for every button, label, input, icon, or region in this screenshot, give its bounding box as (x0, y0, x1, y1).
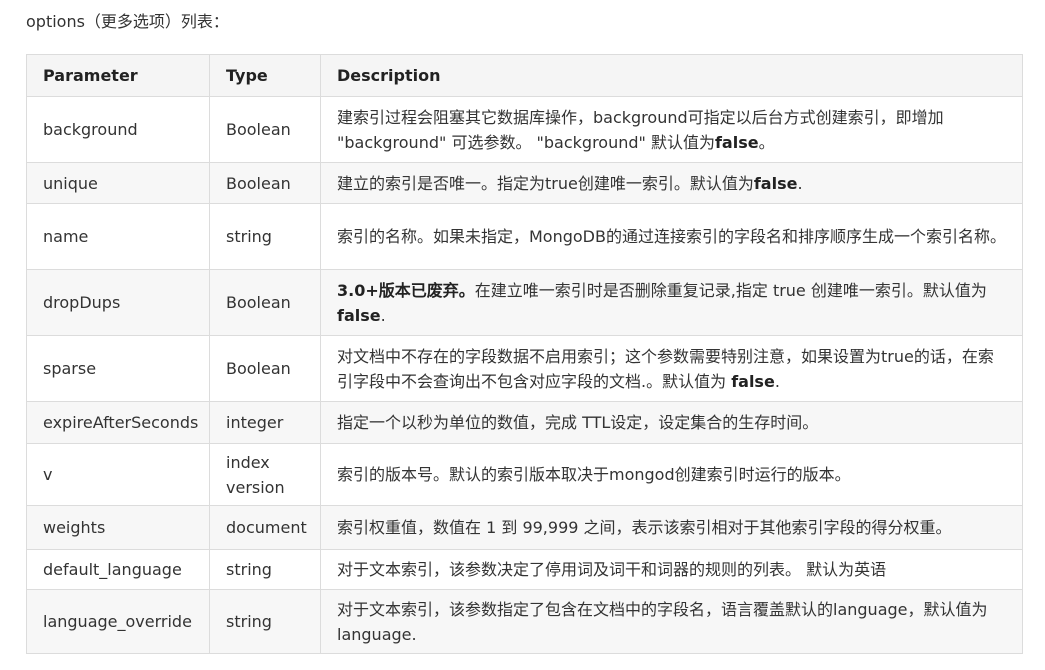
type-cell: string (209, 589, 321, 654)
param-cell: dropDups (26, 269, 210, 336)
description-text: 建索引过程会阻塞其它数据库操作，background可指定以后台方式创建索引，即… (337, 107, 944, 152)
default-value: false (731, 371, 775, 391)
type-cell: Boolean (209, 335, 321, 402)
description-text: 对于文本索引，该参数决定了停用词及词干和词器的规则的列表。 默认为英语 (337, 560, 887, 579)
description-text: 索引的名称。如果未指定，MongoDB的通过连接索引的字段名和排序顺序生成一个索… (337, 227, 1006, 246)
param-cell: background (26, 96, 210, 163)
header-row: Parameter Type Description (26, 54, 1023, 97)
description-cell: 建立的索引是否唯一。指定为true创建唯一索引。默认值为false. (320, 162, 1023, 204)
type-cell: Boolean (209, 162, 321, 204)
table-row: sparse Boolean 对文档中不存在的字段数据不启用索引；这个参数需要特… (26, 335, 1023, 402)
description-suffix: 。 (758, 132, 775, 152)
table-row: expireAfterSeconds integer 指定一个以秒为单位的数值，… (26, 401, 1023, 444)
type-cell: string (209, 549, 321, 590)
description-suffix: . (774, 371, 780, 391)
intro-text: options（更多选项）列表： (26, 12, 229, 31)
default-value: false (753, 173, 798, 193)
type-cell: string (209, 203, 321, 270)
description-cell: 建索引过程会阻塞其它数据库操作，background可指定以后台方式创建索引，即… (320, 96, 1023, 163)
table-row: unique Boolean 建立的索引是否唯一。指定为true创建唯一索引。默… (26, 162, 1023, 204)
header-description: Description (320, 54, 1023, 97)
description-cell: 索引的版本号。默认的索引版本取决于mongod创建索引时运行的版本。 (320, 443, 1023, 506)
table-row: v index version 索引的版本号。默认的索引版本取决于mongod创… (26, 443, 1023, 506)
type-cell: integer (209, 401, 321, 444)
options-table: Parameter Type Description background Bo… (26, 54, 1023, 654)
param-cell: name (26, 203, 210, 270)
type-cell: Boolean (209, 96, 321, 163)
param-cell: language_override (26, 589, 210, 654)
table-row: weights document 索引权重值，数值在 1 到 99,999 之间… (26, 505, 1023, 550)
description-suffix: . (797, 173, 803, 193)
table-row: language_override string 对于文本索引，该参数指定了包含… (26, 589, 1023, 654)
table-row: default_language string 对于文本索引，该参数决定了停用词… (26, 549, 1023, 590)
description-cell: 对于文本索引，该参数指定了包含在文档中的字段名，语言覆盖默认的language，… (320, 589, 1023, 654)
type-cell: document (209, 505, 321, 550)
param-cell: expireAfterSeconds (26, 401, 210, 444)
default-value: false (337, 305, 381, 325)
param-cell: weights (26, 505, 210, 550)
description-text: 对于文本索引，该参数指定了包含在文档中的字段名，语言覆盖默认的language，… (337, 599, 988, 644)
description-cell: 索引的名称。如果未指定，MongoDB的通过连接索引的字段名和排序顺序生成一个索… (320, 203, 1023, 270)
description-suffix: . (380, 305, 386, 325)
description-text: 指定一个以秒为单位的数值，完成 TTL设定，设定集合的生存时间。 (337, 413, 819, 432)
description-text: 对文档中不存在的字段数据不启用索引；这个参数需要特别注意，如果设置为true的话… (337, 346, 994, 391)
type-cell: Boolean (209, 269, 321, 336)
description-cell: 索引权重值，数值在 1 到 99,999 之间，表示该索引相对于其他索引字段的得… (320, 505, 1023, 550)
param-cell: v (26, 443, 210, 506)
param-cell: default_language (26, 549, 210, 590)
description-text: 建立的索引是否唯一。指定为true创建唯一索引。默认值为 (337, 173, 754, 193)
description-cell: 3.0+版本已废弃。在建立唯一索引时是否删除重复记录,指定 true 创建唯一索… (320, 269, 1023, 336)
header-parameter: Parameter (26, 54, 210, 97)
param-cell: unique (26, 162, 210, 204)
default-value: false (714, 132, 759, 152)
description-cell: 指定一个以秒为单位的数值，完成 TTL设定，设定集合的生存时间。 (320, 401, 1023, 444)
deprecation-note: 3.0+版本已废弃。 (337, 280, 475, 300)
type-cell: index version (209, 443, 321, 506)
description-text: 索引的版本号。默认的索引版本取决于mongod创建索引时运行的版本。 (337, 465, 851, 484)
description-text: 在建立唯一索引时是否删除重复记录,指定 true 创建唯一索引。默认值为 (474, 280, 987, 300)
table-row: name string 索引的名称。如果未指定，MongoDB的通过连接索引的字… (26, 203, 1023, 270)
description-cell: 对于文本索引，该参数决定了停用词及词干和词器的规则的列表。 默认为英语 (320, 549, 1023, 590)
table-row: background Boolean 建索引过程会阻塞其它数据库操作，backg… (26, 96, 1023, 163)
description-text: 索引权重值，数值在 1 到 99,999 之间，表示该索引相对于其他索引字段的得… (337, 518, 952, 537)
param-cell: sparse (26, 335, 210, 402)
description-cell: 对文档中不存在的字段数据不启用索引；这个参数需要特别注意，如果设置为true的话… (320, 335, 1023, 402)
header-type: Type (209, 54, 321, 97)
table-row: dropDups Boolean 3.0+版本已废弃。在建立唯一索引时是否删除重… (26, 269, 1023, 336)
